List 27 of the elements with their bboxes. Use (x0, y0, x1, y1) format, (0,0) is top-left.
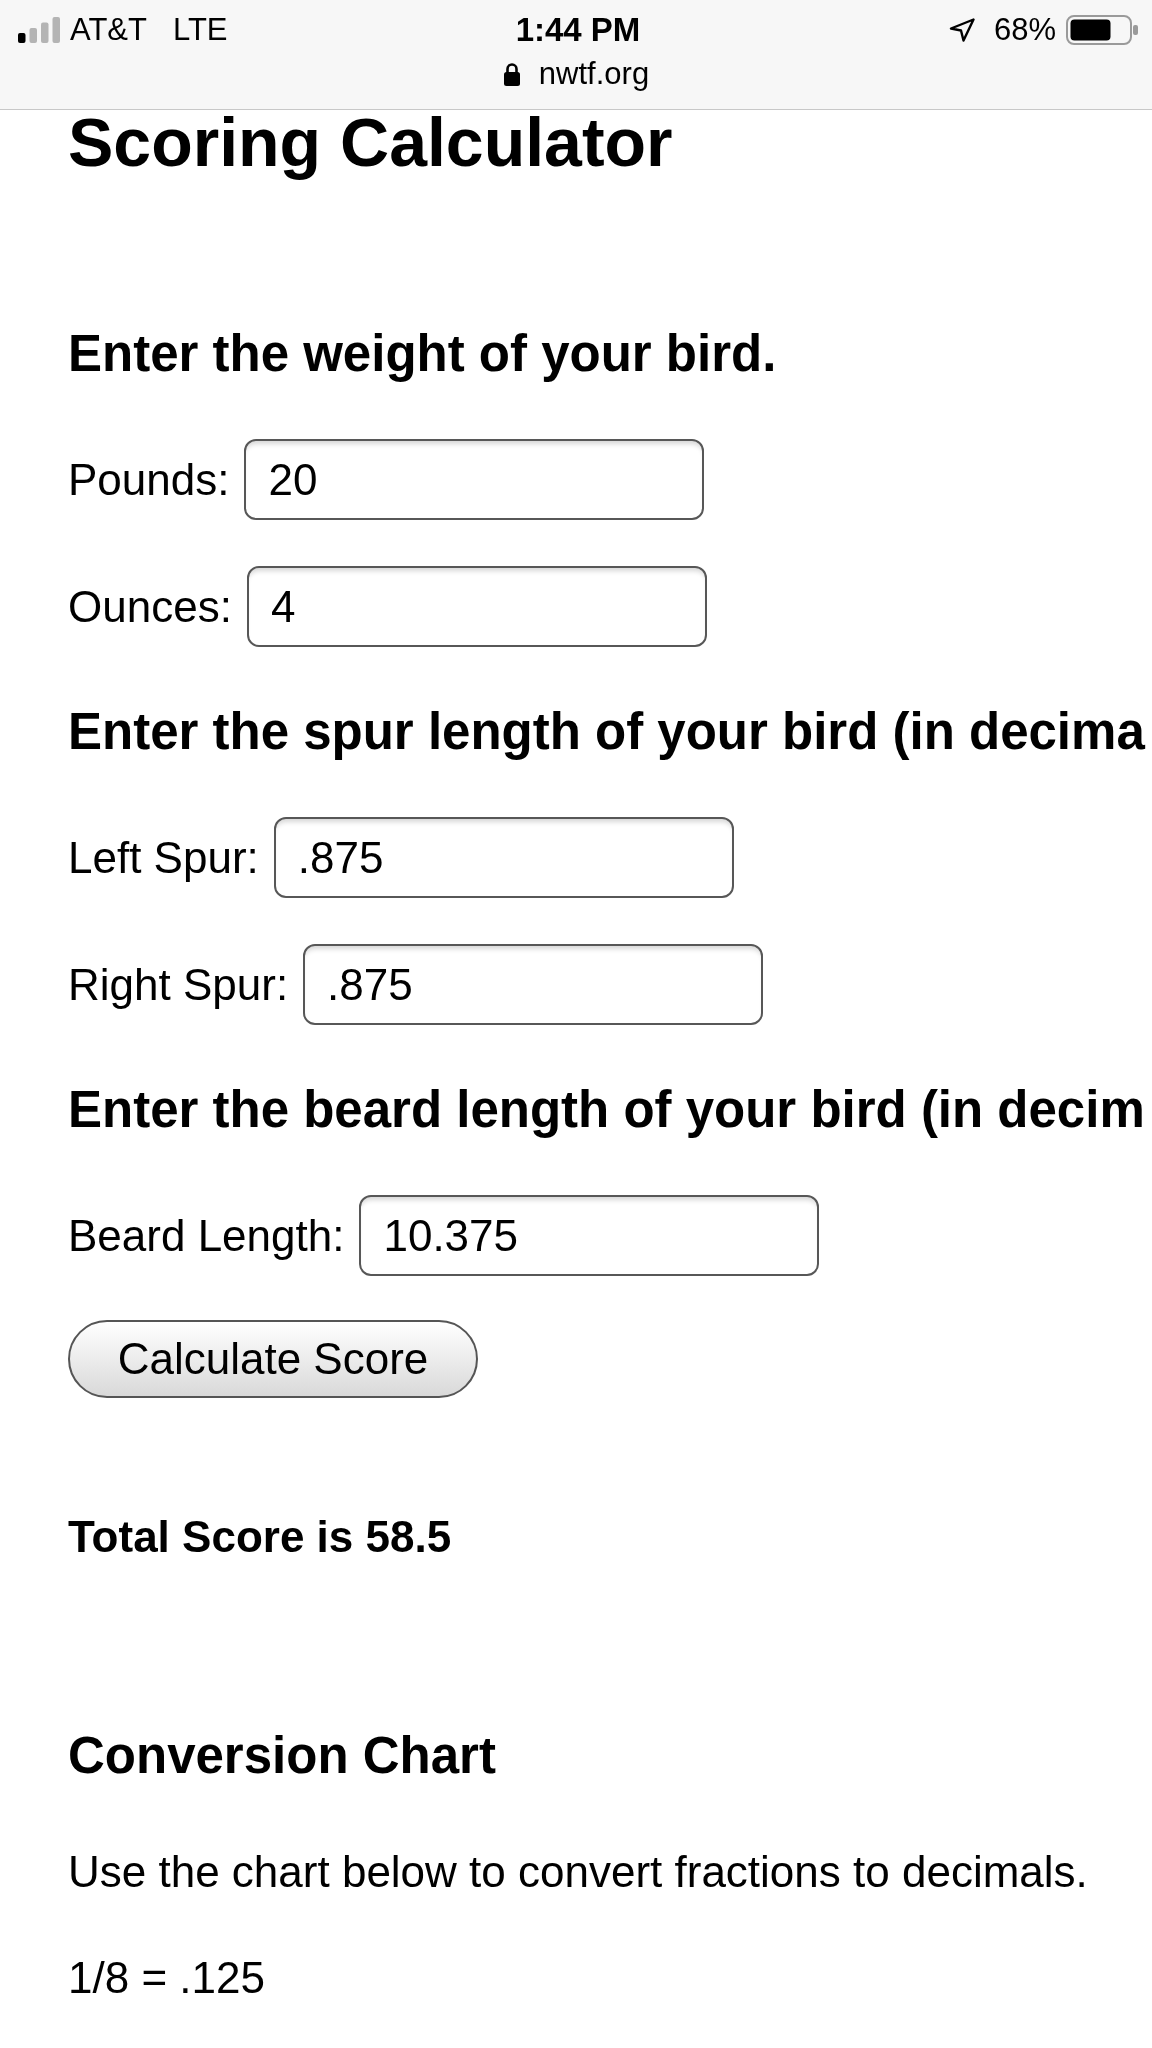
network-type: LTE (172, 12, 228, 48)
signal-icon (18, 17, 60, 43)
input-field[interactable]: 10.375 (359, 1195, 820, 1276)
section-heading: Enter the spur length of your bird (in decima (68, 702, 1147, 762)
field-label: Beard Length: (68, 1209, 345, 1262)
body-text: Use the chart below to convert fractions to decimals. (68, 1846, 1089, 1898)
battery-icon (1066, 15, 1138, 45)
input-field[interactable]: .875 (273, 817, 734, 898)
clock-time: 1:44 PM (515, 12, 641, 48)
url-text[interactable]: nwtf.org (538, 56, 650, 92)
carrier-name: AT&T (70, 12, 147, 48)
location-arrow-icon (948, 18, 975, 42)
field-label: Pounds: (68, 453, 230, 506)
input-field[interactable]: 4 (246, 566, 707, 647)
lock-icon (502, 62, 521, 86)
field-label: Left Spur: (68, 831, 259, 884)
calculate-button[interactable]: Calculate Score (68, 1320, 478, 1398)
field-label: Ounces: (68, 580, 232, 633)
section-heading: Conversion Chart (68, 1726, 497, 1786)
section-heading: Enter the weight of your bird. (68, 324, 778, 384)
input-field[interactable]: .875 (303, 944, 764, 1025)
field-label: Right Spur: (68, 958, 289, 1011)
battery-percentage: 68% (993, 12, 1056, 48)
total-score-text: Total Score is 58.5 (68, 1511, 453, 1563)
input-field[interactable]: 20 (244, 439, 705, 520)
section-heading: Enter the beard length of your bird (in decim (68, 1080, 1146, 1140)
conversion-row-text: 1/8 = .125 (68, 1952, 266, 2004)
